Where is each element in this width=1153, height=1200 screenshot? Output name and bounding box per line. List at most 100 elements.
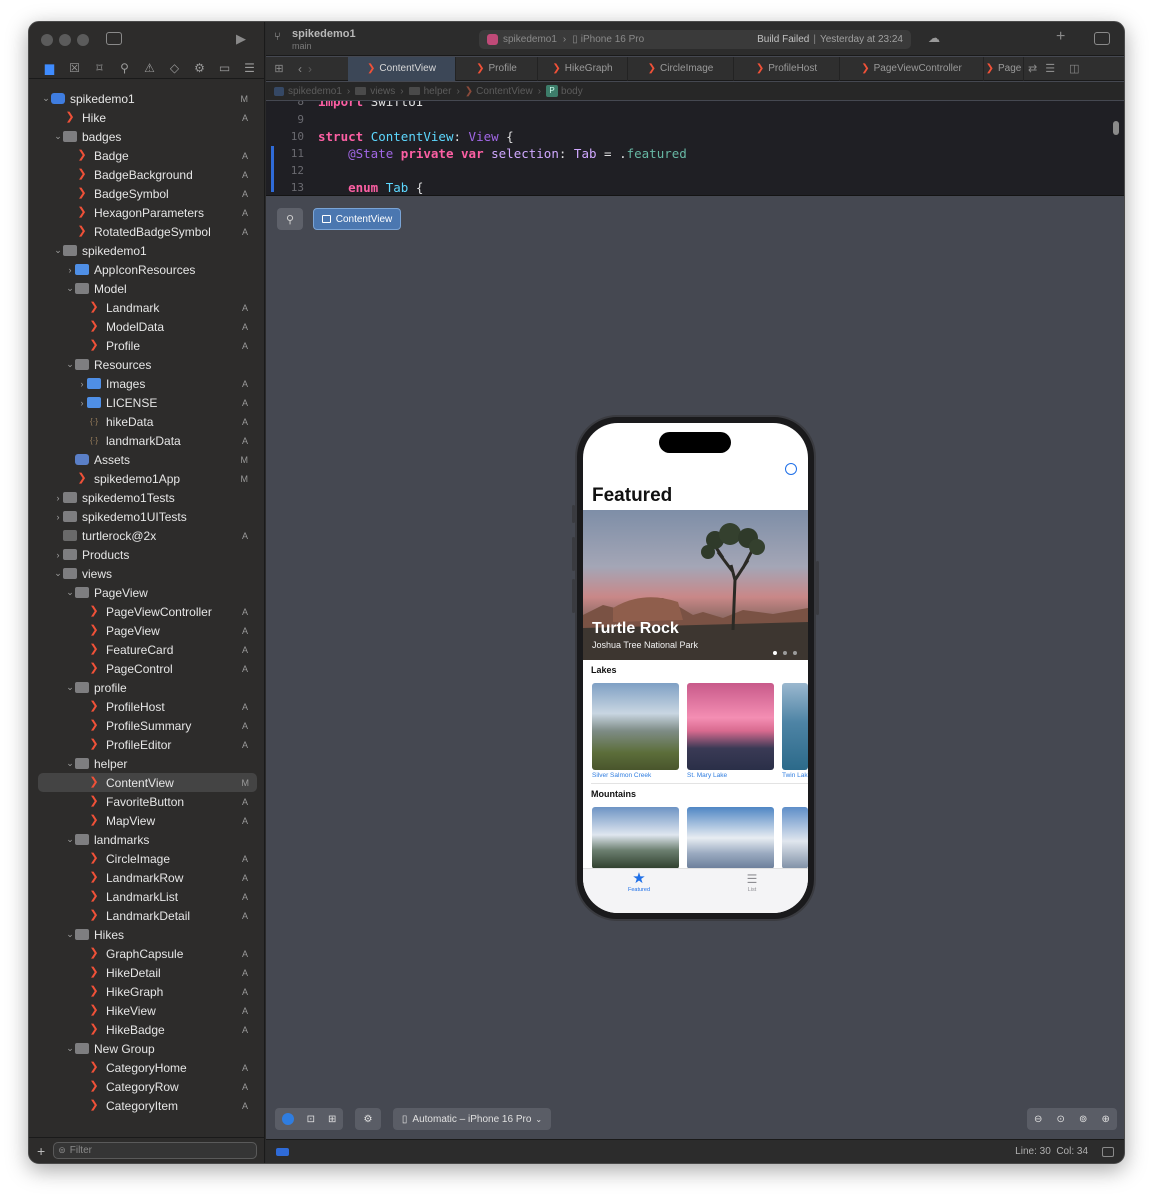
sidebar-item[interactable]: ❯ ProfileSummary A: [29, 716, 265, 735]
warning-icon[interactable]: ⚠: [137, 58, 162, 78]
sidebar-item[interactable]: › LICENSE A: [29, 393, 265, 412]
jumpbar-item[interactable]: spikedemo1: [288, 86, 342, 97]
chevron-down-icon[interactable]: ⌄: [65, 834, 75, 845]
test-icon[interactable]: ◇: [162, 58, 187, 78]
sidebar-item[interactable]: › Products: [29, 545, 265, 564]
sidebar-item[interactable]: ❯ LandmarkList A: [29, 887, 265, 906]
editor-options-icon[interactable]: ☰: [1045, 62, 1055, 75]
canvas-settings-icon[interactable]: ⚙: [355, 1108, 381, 1130]
preview-selector-button[interactable]: ContentView: [313, 208, 401, 230]
sidebar-item[interactable]: ❯ LandmarkDetail A: [29, 906, 265, 925]
chevron-down-icon[interactable]: ⌄: [53, 245, 63, 256]
chevron-down-icon[interactable]: ⌄: [65, 587, 75, 598]
profile-icon[interactable]: [785, 463, 797, 475]
landmark-card[interactable]: [782, 807, 808, 869]
related-items-icon[interactable]: ⇄: [1028, 62, 1037, 75]
sidebar-item[interactable]: › Images A: [29, 374, 265, 393]
landmark-card[interactable]: [592, 807, 679, 869]
sidebar-item[interactable]: ❯ BadgeBackground A: [29, 165, 265, 184]
source-control-icon[interactable]: ☒: [62, 58, 87, 78]
editor-tab[interactable]: ❯ Profile: [456, 56, 538, 81]
device-selector[interactable]: ▯ Automatic – iPhone 16 Pro ⌄: [393, 1108, 551, 1130]
sidebar-item[interactable]: ❯ Hike A: [29, 108, 265, 127]
chevron-right-icon[interactable]: ›: [53, 512, 63, 522]
sidebar-item[interactable]: ⌄ views: [29, 564, 265, 583]
sidebar-item[interactable]: ❯ PageViewController A: [29, 602, 265, 621]
sidebar-item[interactable]: turtlerock@2x A: [29, 526, 265, 545]
chevron-down-icon[interactable]: ⌄: [65, 359, 75, 370]
chevron-right-icon[interactable]: ›: [53, 493, 63, 503]
zoom-fit-icon[interactable]: ⊙: [1057, 1114, 1065, 1125]
close-window-button[interactable]: [41, 34, 53, 46]
landmark-card[interactable]: [687, 807, 774, 869]
selectable-mode-icon[interactable]: ⊡: [307, 1114, 315, 1125]
tab-list[interactable]: ☰ List: [738, 871, 766, 893]
zoom-in-icon[interactable]: ⊕: [1102, 1114, 1110, 1125]
back-icon[interactable]: ‹: [292, 62, 308, 76]
iphone-preview[interactable]: Featured Turtle Rock Joshua Tree Nationa…: [572, 415, 819, 921]
chevron-down-icon[interactable]: ⌄: [65, 682, 75, 693]
sidebar-item[interactable]: ⌄ Model: [29, 279, 265, 298]
sidebar-item[interactable]: ⌄ spikedemo1: [29, 241, 265, 260]
chevron-down-icon[interactable]: ⌄: [53, 131, 63, 142]
forward-icon[interactable]: ›: [308, 62, 348, 76]
sidebar-item[interactable]: ⌄ New Group: [29, 1039, 265, 1058]
zoom-window-button[interactable]: [77, 34, 89, 46]
jumpbar-item[interactable]: helper: [424, 86, 452, 97]
sidebar-item[interactable]: {·} landmarkData A: [29, 431, 265, 450]
find-icon[interactable]: ⚲: [112, 58, 137, 78]
sidebar-item[interactable]: ❯ FeatureCard A: [29, 640, 265, 659]
activity-status[interactable]: spikedemo1 › ▯ iPhone 16 Pro Build Faile…: [479, 30, 911, 49]
sidebar-item[interactable]: ❯ Landmark A: [29, 298, 265, 317]
sidebar-toggle-icon[interactable]: [106, 32, 122, 45]
sidebar-item[interactable]: ❯ ProfileHost A: [29, 697, 265, 716]
sidebar-item[interactable]: ❯ Badge A: [29, 146, 265, 165]
sidebar-item[interactable]: › spikedemo1Tests: [29, 488, 265, 507]
folder-icon[interactable]: ▆: [37, 58, 62, 78]
run-button[interactable]: ▶: [236, 31, 246, 47]
editor-scrollbar[interactable]: [1113, 121, 1119, 135]
editor-tab[interactable]: ❯ ProfileHost: [734, 56, 840, 81]
sidebar-item[interactable]: Assets M: [29, 450, 265, 469]
chevron-down-icon[interactable]: ⌄: [65, 1043, 75, 1054]
grid-icon[interactable]: ⊞: [266, 62, 292, 75]
landmark-card[interactable]: [782, 683, 808, 770]
featured-card[interactable]: Turtle Rock Joshua Tree National Park: [583, 510, 808, 660]
sidebar-item[interactable]: ❯ BadgeSymbol A: [29, 184, 265, 203]
chevron-down-icon[interactable]: ⌄: [53, 568, 63, 579]
debug-icon[interactable]: ⚙: [187, 58, 212, 78]
zoom-actual-icon[interactable]: ⊚: [1079, 1114, 1087, 1125]
sidebar-item[interactable]: ❯ HikeDetail A: [29, 963, 265, 982]
sidebar-item[interactable]: ❯ PageView A: [29, 621, 265, 640]
inspector-toggle-icon[interactable]: [1094, 32, 1110, 45]
sidebar-item[interactable]: ❯ RotatedBadgeSymbol A: [29, 222, 265, 241]
sidebar-item[interactable]: ⌄ badges: [29, 127, 265, 146]
sidebar-item[interactable]: ⌄ helper: [29, 754, 265, 773]
sidebar-item[interactable]: ⌄ landmarks: [29, 830, 265, 849]
sidebar-item[interactable]: ❯ ModelData A: [29, 317, 265, 336]
breakpoint-icon[interactable]: ▭: [212, 58, 237, 78]
device-name[interactable]: iPhone 16 Pro: [581, 34, 644, 45]
code-line[interactable]: struct ContentView: View {: [318, 129, 514, 144]
sidebar-item[interactable]: › AppIconResources: [29, 260, 265, 279]
chevron-down-icon[interactable]: ⌄: [65, 283, 75, 294]
editor-tab[interactable]: ❯ HikeGraph: [538, 56, 628, 81]
source-editor[interactable]: 8 import SwiftUI 9 10 struct ContentView…: [266, 101, 1124, 196]
sidebar-item[interactable]: ❯ CategoryItem A: [29, 1096, 265, 1115]
sidebar-item[interactable]: ❯ CategoryHome A: [29, 1058, 265, 1077]
sidebar-item[interactable]: ❯ MapView A: [29, 811, 265, 830]
sidebar-item[interactable]: ❯ CategoryRow A: [29, 1077, 265, 1096]
debug-area-toggle-icon[interactable]: [276, 1147, 289, 1156]
code-line[interactable]: import SwiftUI: [318, 101, 423, 109]
chevron-right-icon[interactable]: ›: [65, 265, 75, 275]
add-icon[interactable]: +: [37, 1143, 45, 1159]
split-editor-icon[interactable]: ◫: [1069, 62, 1079, 75]
jumpbar-item[interactable]: ContentView: [476, 86, 533, 97]
editor-tab[interactable]: ❯ PageViewController: [840, 56, 984, 81]
sidebar-item[interactable]: ❯ CircleImage A: [29, 849, 265, 868]
sidebar-item[interactable]: ❯ HexagonParameters A: [29, 203, 265, 222]
sidebar-item[interactable]: ⌄ PageView: [29, 583, 265, 602]
code-line[interactable]: @State private var selection: Tab = .fea…: [318, 146, 687, 161]
jumpbar-item[interactable]: views: [370, 86, 395, 97]
zoom-out-icon[interactable]: ⊖: [1034, 1114, 1042, 1125]
